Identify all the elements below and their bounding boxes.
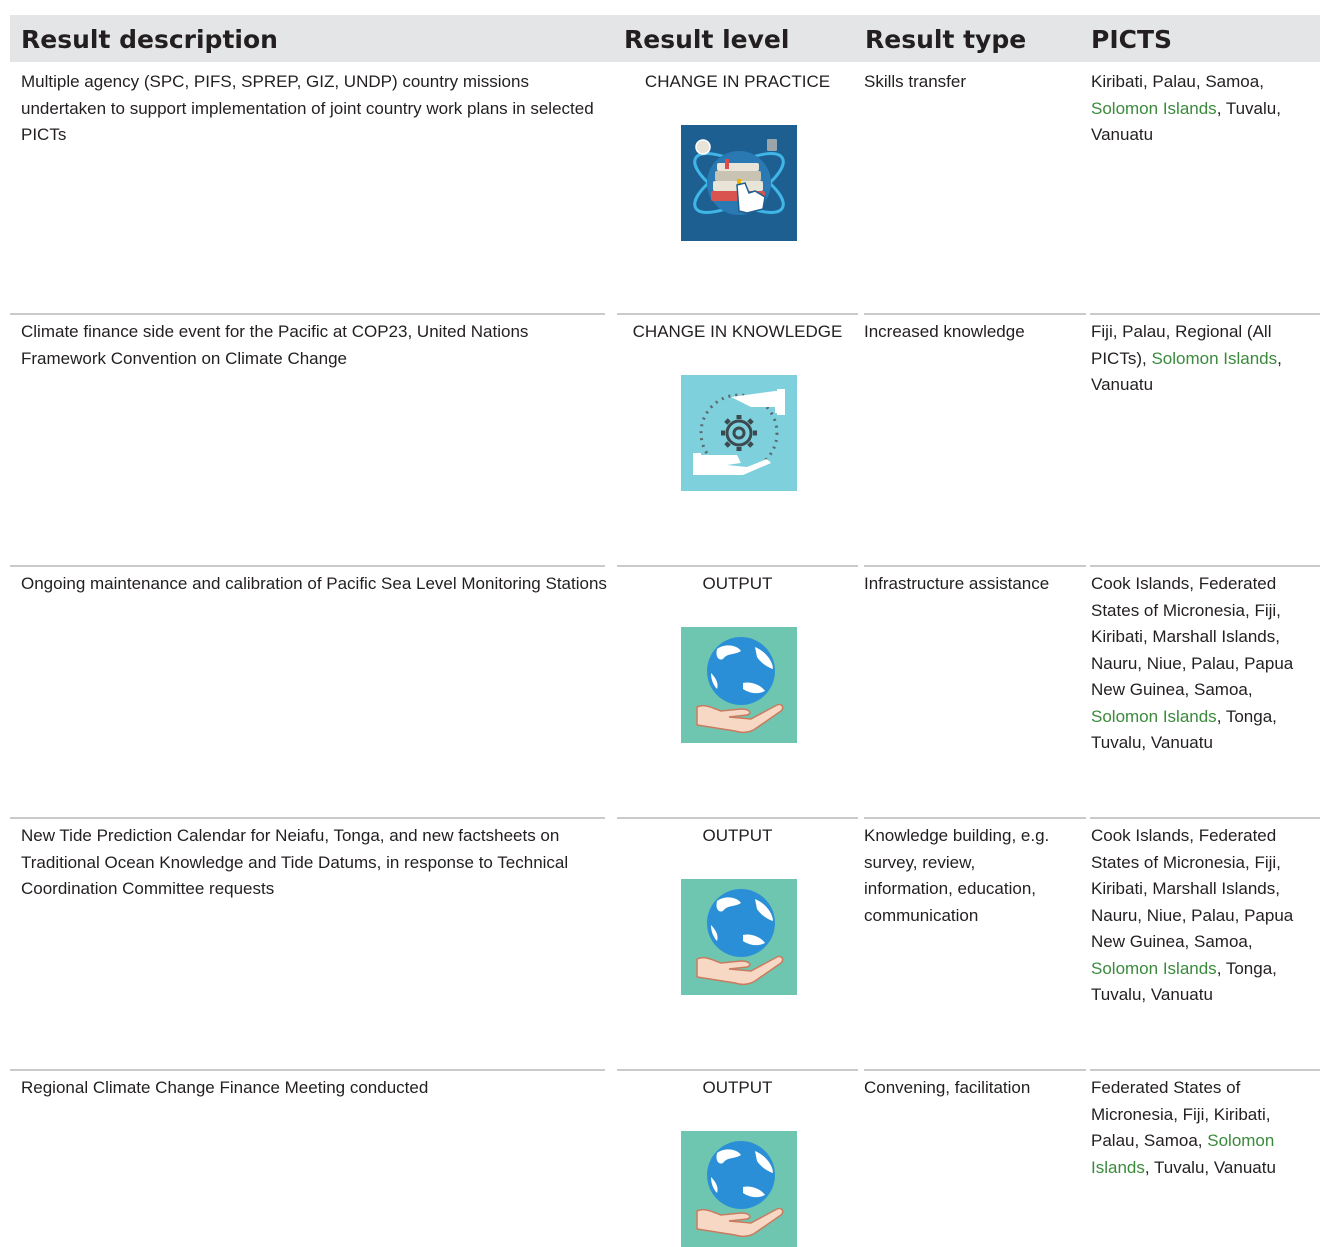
- row-divider: [10, 565, 605, 567]
- table-row: Multiple agency (SPC, PIFS, SPREP, GIZ, …: [10, 63, 1320, 298]
- table-row: Climate finance side event for the Pacif…: [10, 313, 1320, 548]
- result-level: CHANGE IN PRACTICE: [644, 72, 831, 91]
- picts-highlight: Solomon Islands: [1091, 958, 1217, 978]
- row-divider: [617, 313, 858, 315]
- column-header-description: Result description: [21, 25, 278, 54]
- row-divider: [617, 1069, 858, 1071]
- picts-list: Federated States of Micronesia, Fiji, Ki…: [1091, 1075, 1320, 1181]
- column-header-type: Result type: [865, 25, 1027, 54]
- result-description: Regional Climate Change Finance Meeting …: [21, 1078, 429, 1097]
- result-level: OUTPUT: [702, 1078, 773, 1097]
- result-type: Increased knowledge: [864, 322, 1025, 341]
- picts-list: Kiribati, Palau, Samoa, Solomon Islands,…: [1091, 69, 1320, 149]
- picts-highlight: Solomon Islands: [1091, 706, 1217, 726]
- result-description: Ongoing maintenance and calibration of P…: [21, 574, 607, 593]
- row-divider: [10, 817, 605, 819]
- picts-text: Cook Islands, Federated States of Micron…: [1091, 574, 1294, 699]
- picts-list: Fiji, Palau, Regional (All PICTs), Solom…: [1091, 319, 1320, 399]
- result-description: Climate finance side event for the Pacif…: [21, 322, 529, 368]
- globe-in-hand-icon: [681, 1131, 797, 1247]
- table-row: New Tide Prediction Calendar for Neiafu,…: [10, 817, 1320, 1052]
- row-divider: [864, 1069, 1086, 1071]
- picts-list: Cook Islands, Federated States of Micron…: [1091, 571, 1320, 757]
- result-level: OUTPUT: [702, 574, 773, 593]
- row-divider: [864, 313, 1086, 315]
- picts-text: Cook Islands, Federated States of Micron…: [1091, 826, 1294, 951]
- result-type: Convening, facilitation: [864, 1078, 1031, 1097]
- result-type: Infrastructure assistance: [864, 574, 1050, 593]
- column-header-level: Result level: [624, 25, 790, 54]
- row-divider: [1090, 817, 1320, 819]
- row-divider: [1090, 565, 1320, 567]
- hands-gear-icon: [681, 375, 797, 491]
- row-divider: [10, 313, 605, 315]
- row-divider: [10, 1069, 605, 1071]
- result-type: Knowledge building, e.g. survey, review,…: [864, 826, 1050, 925]
- picts-highlight: Solomon Islands: [1151, 348, 1278, 368]
- table-row: Regional Climate Change Finance Meeting …: [10, 1069, 1320, 1234]
- result-type: Skills transfer: [864, 72, 967, 91]
- globe-in-hand-icon: [681, 879, 797, 995]
- result-description: Multiple agency (SPC, PIFS, SPREP, GIZ, …: [21, 72, 594, 144]
- result-level: CHANGE IN KNOWLEDGE: [632, 322, 843, 341]
- column-header-picts: PICTS: [1091, 25, 1173, 54]
- row-divider: [617, 817, 858, 819]
- table-row: Ongoing maintenance and calibration of P…: [10, 565, 1320, 800]
- table-header: Result description Result level Result t…: [10, 15, 1320, 62]
- globe-in-hand-icon: [681, 627, 797, 743]
- picts-list: Cook Islands, Federated States of Micron…: [1091, 823, 1320, 1009]
- row-divider: [617, 565, 858, 567]
- row-divider: [864, 817, 1086, 819]
- row-divider: [1090, 313, 1320, 315]
- picts-text: , Tuvalu, Vanuatu: [1144, 1157, 1276, 1177]
- row-divider: [1090, 1069, 1320, 1071]
- picts-highlight: Solomon Islands: [1091, 98, 1217, 118]
- result-level: OUTPUT: [702, 826, 773, 845]
- picts-text: Kiribati, Palau, Samoa,: [1091, 72, 1264, 91]
- row-divider: [864, 565, 1086, 567]
- skills-transfer-books-icon: [681, 125, 797, 241]
- result-description: New Tide Prediction Calendar for Neiafu,…: [21, 826, 569, 898]
